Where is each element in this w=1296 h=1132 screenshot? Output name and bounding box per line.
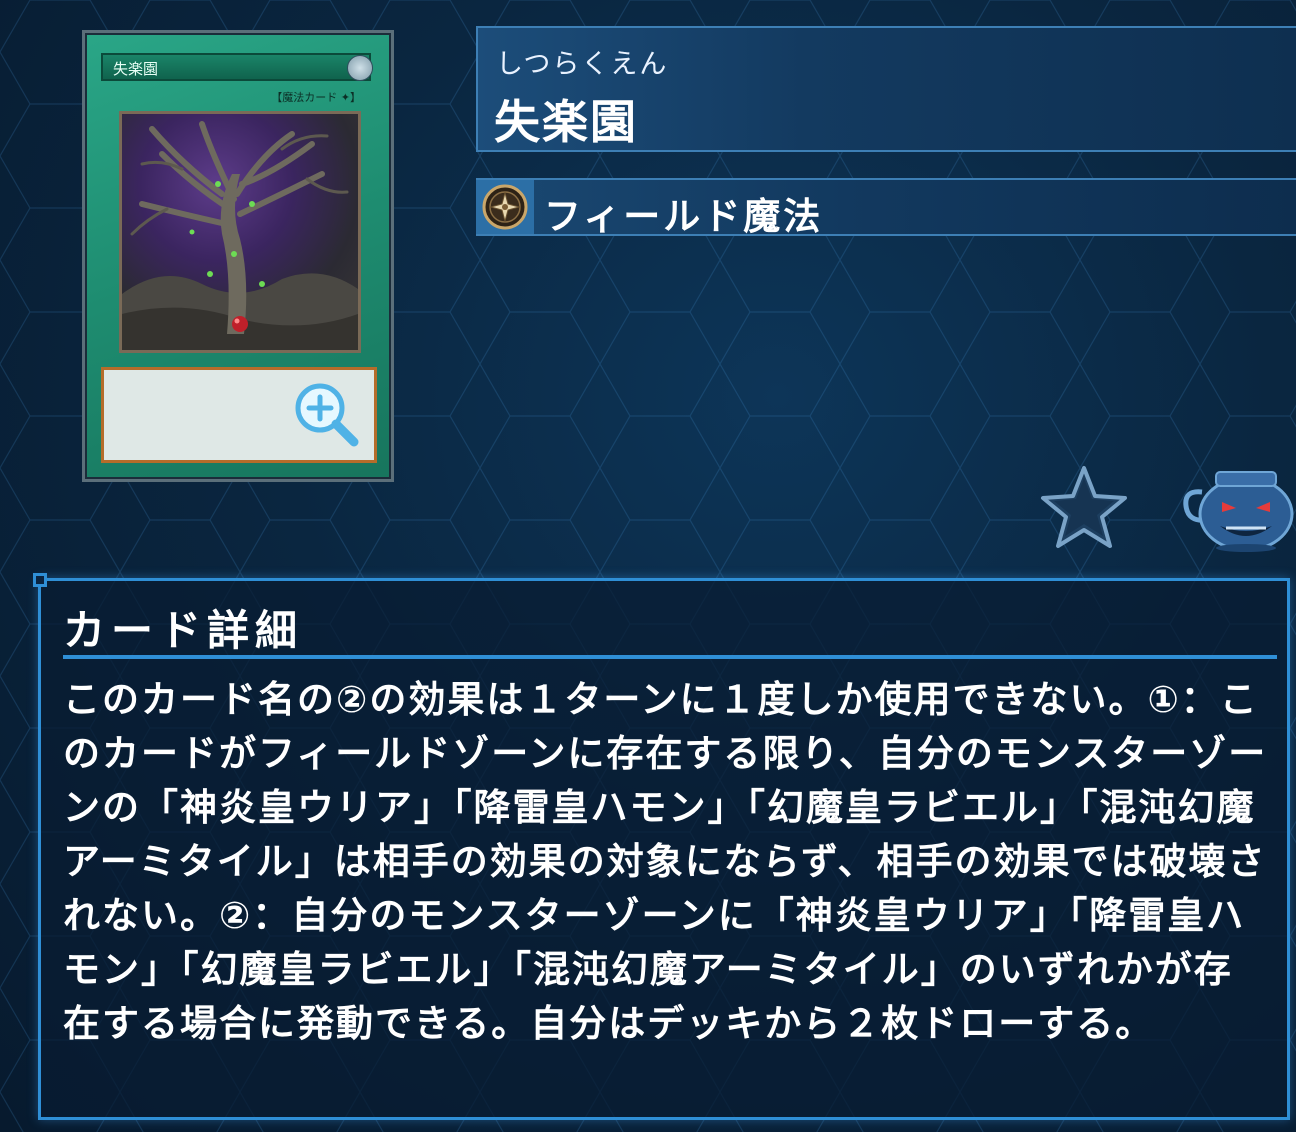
panel-corner [33, 573, 47, 587]
card-art-type-line: 【魔法カード ✦】 [271, 91, 361, 104]
card-name-ruby: しつらくえん [496, 49, 669, 80]
card-art-name: 失楽園 [101, 53, 371, 81]
card-type-label: フィールド魔法 [544, 195, 824, 238]
details-divider [63, 655, 1277, 659]
spell-attribute-icon [347, 55, 373, 81]
type-icon-container [476, 180, 534, 234]
card-artwork [119, 111, 361, 353]
card-details-panel: カード詳細 このカード名の②の効果は１ターンに１度しか使用できない。①：このカー… [33, 573, 1290, 1120]
card-name-panel: しつらくえん 失楽園 [476, 26, 1296, 152]
pot-of-greed-icon[interactable] [1180, 462, 1296, 554]
card-name: 失楽園 [494, 95, 638, 149]
card-type-panel: フィールド魔法 [476, 178, 1296, 238]
card-text-box [101, 367, 377, 463]
dead-tree-illustration [122, 121, 358, 350]
zoom-in-icon[interactable] [290, 378, 362, 450]
star-icon[interactable] [1038, 462, 1130, 552]
details-heading: カード詳細 [63, 606, 304, 655]
card-image[interactable]: 失楽園 【魔法カード ✦】 [82, 30, 394, 482]
field-spell-icon [482, 184, 528, 230]
card-effect-text: このカード名の②の効果は１ターンに１度しか使用できない。①：このカードがフィール… [63, 678, 1268, 1045]
